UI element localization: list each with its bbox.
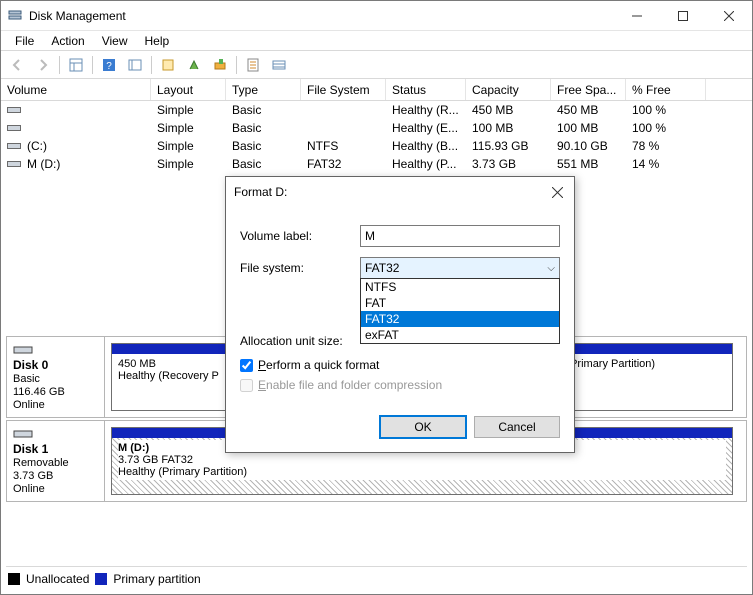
volume-name: (C:) [27,139,47,153]
file-system-option[interactable]: NTFS [361,279,559,295]
volume-name: M (D:) [27,157,60,171]
app-icon [7,8,23,24]
disk-icon [13,427,33,441]
compression-check-input [240,379,253,392]
disk-icon [13,343,33,357]
col-pct[interactable]: % Free [626,79,706,100]
disk-info[interactable]: Disk 0Basic116.46 GBOnline [7,337,105,417]
file-system-select[interactable]: FAT32 ⌵ NTFSFATFAT32exFAT [360,257,560,279]
action1-icon[interactable] [182,54,206,76]
file-system-label: File system: [240,261,360,275]
table-row[interactable]: (C:)SimpleBasicNTFSHealthy (B...115.93 G… [1,137,752,155]
compression-label: Enable file and folder compression [258,378,442,392]
file-system-dropdown: NTFSFATFAT32exFAT [360,278,560,344]
format-dialog: Format D: Volume label: File system: FAT… [225,176,575,453]
col-layout[interactable]: Layout [151,79,226,100]
maximize-button[interactable] [660,1,706,30]
menu-action[interactable]: Action [43,33,92,49]
table-header: Volume Layout Type File System Status Ca… [1,79,752,101]
col-free[interactable]: Free Spa... [551,79,626,100]
quick-format-checkbox[interactable]: Perform a quick format [240,358,560,372]
settings-icon[interactable] [123,54,147,76]
ok-button[interactable]: OK [380,416,466,438]
legend-primary-swatch [95,573,107,585]
svg-text:?: ? [106,61,112,72]
volume-icon [7,159,21,169]
legend-unallocated: Unallocated [26,572,89,586]
back-button[interactable] [5,54,29,76]
volume-label-label: Volume label: [240,229,360,243]
disk-name: Disk 1 [13,442,98,456]
file-system-value: FAT32 [365,261,399,275]
file-system-option[interactable]: FAT [361,295,559,311]
legend: Unallocated Primary partition [6,566,747,590]
disk-info[interactable]: Disk 1Removable3.73 GBOnline [7,421,105,501]
title-bar: Disk Management [1,1,752,31]
toolbar: ? [1,51,752,79]
quick-format-label: Perform a quick format [258,358,379,372]
compression-checkbox: Enable file and folder compression [240,378,560,392]
allocation-size-label: Allocation unit size: [240,334,360,348]
dialog-close-button[interactable] [548,183,566,201]
volume-label-input[interactable] [360,225,560,247]
col-capacity[interactable]: Capacity [466,79,551,100]
col-volume[interactable]: Volume [1,79,151,100]
file-system-option[interactable]: FAT32 [361,311,559,327]
col-type[interactable]: Type [226,79,301,100]
volume-icon [7,141,21,151]
dialog-title-bar[interactable]: Format D: [226,177,574,207]
col-fs[interactable]: File System [301,79,386,100]
menu-file[interactable]: File [7,33,42,49]
menu-view[interactable]: View [94,33,136,49]
col-status[interactable]: Status [386,79,466,100]
table-row[interactable]: SimpleBasicHealthy (E...100 MB100 MB100 … [1,119,752,137]
close-button[interactable] [706,1,752,30]
action2-icon[interactable] [208,54,232,76]
file-system-option[interactable]: exFAT [361,327,559,343]
disk-management-window: Disk Management File Action View Help ? … [0,0,753,595]
list-icon[interactable] [267,54,291,76]
menu-bar: File Action View Help [1,31,752,51]
properties-icon[interactable] [241,54,265,76]
volume-icon [7,123,21,133]
table-row[interactable]: SimpleBasicHealthy (R...450 MB450 MB100 … [1,101,752,119]
refresh-icon[interactable] [156,54,180,76]
legend-primary: Primary partition [113,572,200,586]
table-row[interactable]: M (D:)SimpleBasicFAT32Healthy (P...3.73 … [1,155,752,173]
forward-button[interactable] [31,54,55,76]
legend-unallocated-swatch [8,573,20,585]
volume-icon [7,105,21,115]
disk-name: Disk 0 [13,358,98,372]
help-icon[interactable]: ? [97,54,121,76]
menu-help[interactable]: Help [137,33,178,49]
dialog-title: Format D: [234,185,548,199]
cancel-button[interactable]: Cancel [474,416,560,438]
chevron-down-icon: ⌵ [547,263,555,274]
quick-format-check-input[interactable] [240,359,253,372]
minimize-button[interactable] [614,1,660,30]
view-icon[interactable] [64,54,88,76]
window-title: Disk Management [29,9,614,23]
